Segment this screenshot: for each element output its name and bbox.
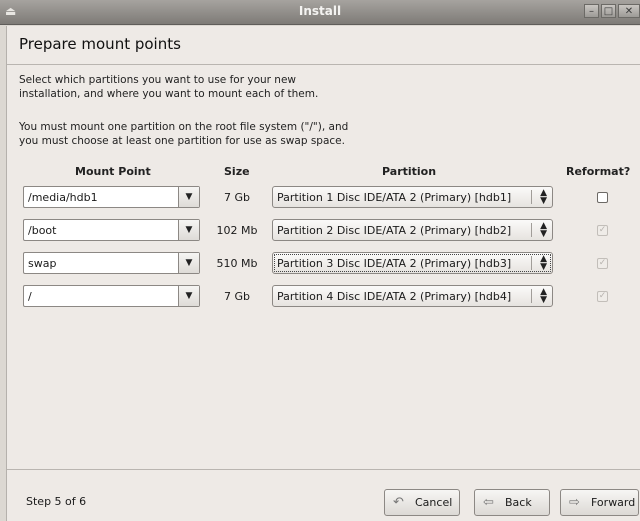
cancel-button[interactable]: ↶ Cancel [384, 489, 460, 516]
up-down-arrows-icon: ▲ ▼ [540, 188, 547, 206]
step-indicator: Step 5 of 6 [26, 495, 87, 508]
column-header-mount-point: Mount Point [75, 165, 151, 178]
cancel-icon: ↶ [393, 495, 404, 510]
footer-divider [7, 469, 640, 470]
forward-button[interactable]: ⇨ Forward [560, 489, 639, 516]
mount-point-combo-row3[interactable]: swap ▼ [23, 252, 200, 274]
back-button[interactable]: ⇦ Back [474, 489, 550, 516]
back-arrow-icon: ⇦ [483, 495, 494, 510]
mount-point-combo-row1[interactable]: /media/hdb1 ▼ [23, 186, 200, 208]
partition-size-row1: 7 Gb [223, 191, 250, 204]
intro-text: Select which partitions you want to use … [19, 74, 319, 100]
forward-arrow-icon: ⇨ [569, 495, 580, 510]
window-titlebar: ⏏ Install – □ ✕ [0, 0, 640, 25]
chevron-down-icon[interactable]: ▼ [178, 220, 199, 240]
chevron-down-icon[interactable]: ▼ [178, 187, 199, 207]
requirement-text: You must mount one partition on the root… [19, 121, 349, 147]
partition-size-row2: 102 Mb [216, 224, 258, 237]
page-title: Prepare mount points [19, 35, 181, 53]
up-down-arrows-icon: ▲ ▼ [540, 287, 547, 305]
chevron-down-icon[interactable]: ▼ [178, 253, 199, 273]
close-icon[interactable]: ✕ [618, 4, 640, 18]
column-header-size: Size [224, 165, 250, 178]
mount-point-combo-row2[interactable]: /boot ▼ [23, 219, 200, 241]
install-dialog-body: Prepare mount points Select which partit… [6, 26, 640, 521]
window-title: Install [298, 4, 342, 18]
reformat-checkbox-row2: ✓ [597, 225, 608, 236]
partition-size-row3: 510 Mb [216, 257, 258, 270]
reformat-checkbox-row1[interactable] [597, 192, 608, 203]
mount-point-combo-row4[interactable]: / ▼ [23, 285, 200, 307]
column-header-reformat: Reformat? [566, 165, 631, 178]
up-down-arrows-icon: ▲ ▼ [540, 254, 547, 272]
chevron-down-icon[interactable]: ▼ [178, 286, 199, 306]
header-divider [7, 64, 640, 65]
partition-select-row4[interactable]: Partition 4 Disc IDE/ATA 2 (Primary) [hd… [272, 285, 553, 307]
minimize-icon[interactable]: – [584, 4, 599, 18]
reformat-checkbox-row4: ✓ [597, 291, 608, 302]
column-header-partition: Partition [382, 165, 437, 178]
reformat-checkbox-row3: ✓ [597, 258, 608, 269]
partition-select-row1[interactable]: Partition 1 Disc IDE/ATA 2 (Primary) [hd… [272, 186, 553, 208]
partition-size-row4: 7 Gb [223, 290, 250, 303]
up-down-arrows-icon: ▲ ▼ [540, 221, 547, 239]
partition-select-row3[interactable]: Partition 3 Disc IDE/ATA 2 (Primary) [hd… [272, 252, 553, 274]
maximize-icon[interactable]: □ [601, 4, 616, 18]
partition-select-row2[interactable]: Partition 2 Disc IDE/ATA 2 (Primary) [hd… [272, 219, 553, 241]
